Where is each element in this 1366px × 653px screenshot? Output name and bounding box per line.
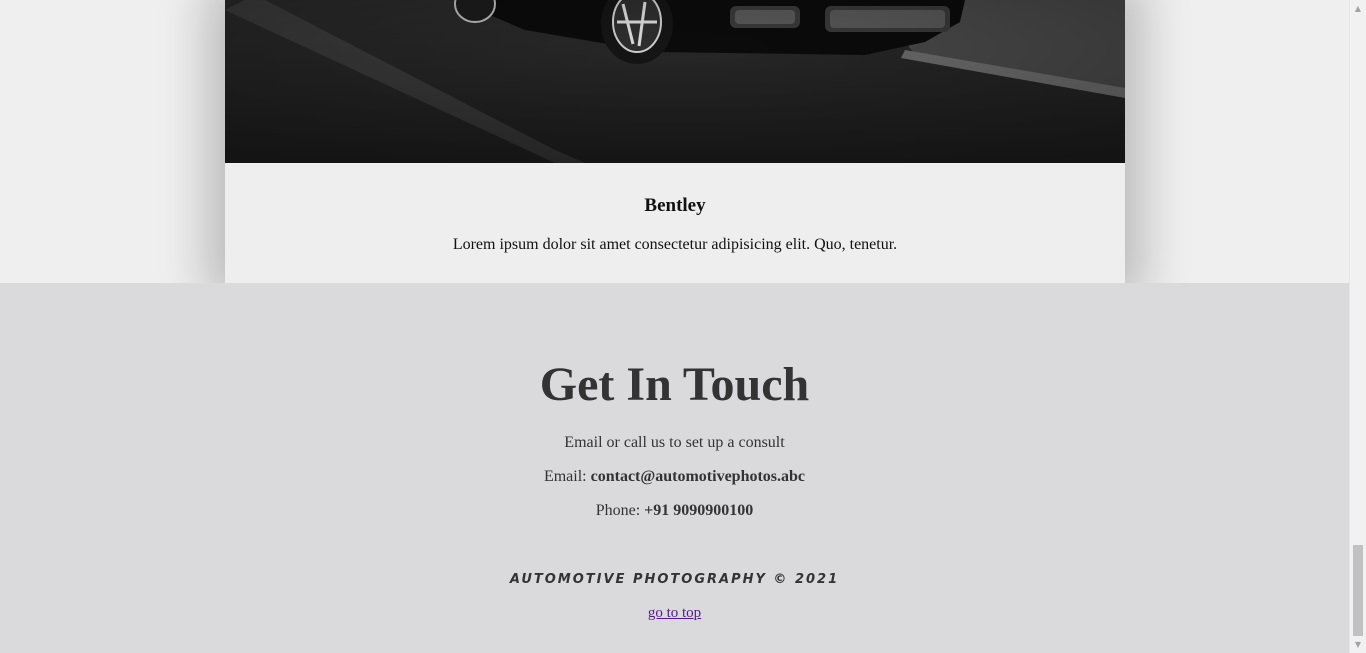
phone-line: Phone: +91 9090900100: [0, 502, 1349, 520]
bentley-photo-image: [225, 0, 1125, 163]
contact-section: Get In Touch Email or call us to set up …: [0, 283, 1349, 653]
card-description: Lorem ipsum dolor sit amet consectetur a…: [452, 236, 898, 253]
scroll-down-icon[interactable]: ▼: [1350, 636, 1366, 653]
contact-subtitle: Email or call us to set up a consult: [564, 434, 785, 451]
phone-label: Phone:: [595, 502, 645, 519]
vertical-scrollbar[interactable]: ▲ ▼: [1349, 0, 1366, 653]
car-photo: [225, 0, 1125, 163]
card-title: Bentley: [644, 195, 706, 216]
scrollbar-thumb[interactable]: [1353, 545, 1363, 636]
copyright-text: Automotive Photography © 2021: [509, 572, 840, 587]
email-value: contact@automotivephotos.abc: [590, 468, 806, 485]
phone-value: +91 9090900100: [644, 502, 754, 519]
go-to-top-container: go to top: [0, 605, 1349, 622]
email-line: Email: contact@automotivephotos.abc: [0, 468, 1349, 486]
page: Bentley Lorem ipsum dolor sit amet conse…: [0, 0, 1349, 653]
scroll-up-icon[interactable]: ▲: [1350, 0, 1366, 17]
email-label: Email:: [543, 468, 591, 485]
car-card: Bentley Lorem ipsum dolor sit amet conse…: [225, 0, 1125, 283]
contact-heading: Get In Touch: [539, 358, 810, 411]
go-to-top-link[interactable]: go to top: [648, 605, 701, 621]
gallery-section: Bentley Lorem ipsum dolor sit amet conse…: [0, 0, 1349, 283]
